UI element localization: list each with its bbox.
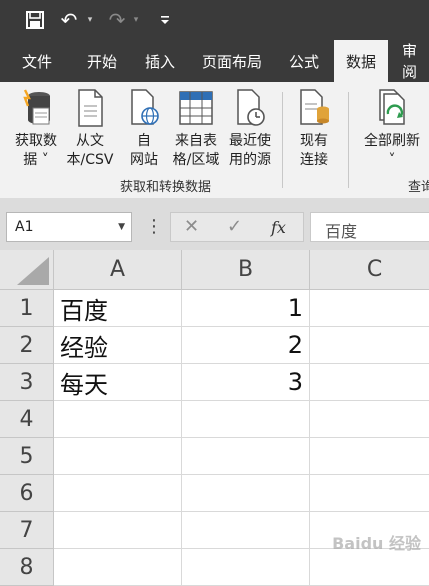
cell-c5[interactable] — [310, 438, 429, 475]
cell-a6[interactable] — [54, 475, 182, 512]
more-options-icon[interactable]: ⋮ — [145, 217, 163, 237]
column-header-b[interactable]: B — [182, 250, 310, 290]
tab-page-layout[interactable]: 页面布局 — [192, 40, 272, 82]
row-header-7[interactable]: 7 — [0, 512, 54, 549]
name-box-value: A1 — [15, 219, 34, 235]
refresh-all-button[interactable]: 全部刷新 ˅ — [356, 88, 428, 170]
cancel-icon[interactable]: ✕ — [184, 216, 199, 237]
cell-c1[interactable] — [310, 290, 429, 327]
cell-c8[interactable] — [310, 549, 429, 586]
ribbon-tabs: 文件 开始 插入 页面布局 公式 数据 审阅 — [0, 40, 429, 82]
row-header-4[interactable]: 4 — [0, 401, 54, 438]
cell-b8[interactable] — [182, 549, 310, 586]
tab-insert[interactable]: 插入 — [134, 40, 186, 82]
watermark: Baidu 经验 — [332, 534, 421, 553]
enter-icon[interactable]: ✓ — [227, 216, 242, 237]
recent-sources-icon — [237, 89, 265, 126]
get-data-button[interactable]: 获取数 据 ˅ — [8, 88, 64, 170]
cell-b2[interactable]: 2 — [182, 327, 310, 364]
cell-a3[interactable]: 每天 — [54, 364, 182, 401]
cell-c6[interactable] — [310, 475, 429, 512]
formula-buttons: ✕ ✓ fx — [170, 212, 304, 242]
cell-a1[interactable]: 百度 — [54, 290, 182, 327]
row-header-2[interactable]: 2 — [0, 327, 54, 364]
cell-b5[interactable] — [182, 438, 310, 475]
from-table-range-button[interactable]: 来自表 格/区域 — [170, 88, 222, 170]
select-all-triangle-icon — [17, 257, 49, 285]
customize-icon[interactable] — [158, 8, 172, 32]
formula-input[interactable]: 百度 — [310, 212, 429, 242]
from-web-icon — [131, 89, 159, 125]
tab-formulas[interactable]: 公式 — [280, 40, 328, 82]
recent-sources-button[interactable]: 最近使 用的源 — [224, 88, 276, 170]
cell-a2[interactable]: 经验 — [54, 327, 182, 364]
get-data-icon — [23, 89, 50, 125]
group-separator-2 — [348, 92, 349, 188]
redo-icon[interactable]: ↷ — [106, 8, 128, 32]
from-text-csv-button[interactable]: 从文 本/CSV — [62, 88, 118, 170]
ribbon-data-panel: 获取数 据 ˅ 从文 本/CSV 自 网站 来自表 格/区域 最近使 用的源 现… — [0, 82, 429, 198]
group-separator — [282, 92, 283, 188]
cell-c4[interactable] — [310, 401, 429, 438]
column-header-c[interactable]: C — [310, 250, 429, 290]
cell-c3[interactable] — [310, 364, 429, 401]
cell-a4[interactable] — [54, 401, 182, 438]
quick-access-toolbar: ↶ ▾ ↷ ▾ — [0, 0, 429, 40]
cell-b4[interactable] — [182, 401, 310, 438]
column-header-a[interactable]: A — [54, 250, 182, 290]
existing-connections-button[interactable]: 现有 连接 — [290, 88, 338, 170]
undo-dropdown-icon[interactable]: ▾ — [84, 8, 96, 32]
save-icon[interactable] — [22, 8, 48, 32]
group-label-queries: 查询 — [408, 180, 429, 195]
row-header-1[interactable]: 1 — [0, 290, 54, 327]
from-text-csv-icon — [78, 89, 103, 127]
cell-b6[interactable] — [182, 475, 310, 512]
row-header-8[interactable]: 8 — [0, 549, 54, 586]
cell-a8[interactable] — [54, 549, 182, 586]
row-header-6[interactable]: 6 — [0, 475, 54, 512]
formula-bar: A1 ▼ ⋮ ✕ ✓ fx 百度 — [0, 206, 429, 250]
cell-a5[interactable] — [54, 438, 182, 475]
cell-a7[interactable] — [54, 512, 182, 549]
chevron-down-icon[interactable]: ▼ — [118, 222, 125, 232]
cell-b1[interactable]: 1 — [182, 290, 310, 327]
existing-connections-icon — [300, 89, 329, 125]
cell-b7[interactable] — [182, 512, 310, 549]
from-web-button[interactable]: 自 网站 — [122, 88, 166, 170]
tab-file[interactable]: 文件 — [6, 40, 68, 82]
row-header-3[interactable]: 3 — [0, 364, 54, 401]
group-label-get-transform: 获取和转换数据 — [120, 180, 212, 195]
select-all-corner[interactable] — [0, 250, 54, 290]
from-table-icon — [179, 91, 213, 125]
worksheet-grid: A B C 1 2 3 4 5 6 7 8 百度 1 经验 2 每天 3 Bai… — [0, 250, 429, 586]
refresh-all-icon — [379, 89, 405, 125]
name-box[interactable]: A1 ▼ — [6, 212, 132, 242]
cell-c2[interactable] — [310, 327, 429, 364]
row-header-5[interactable]: 5 — [0, 438, 54, 475]
ribbon-gap — [0, 198, 429, 206]
tab-home[interactable]: 开始 — [72, 40, 132, 82]
insert-function-icon[interactable]: fx — [271, 218, 286, 237]
cell-b3[interactable]: 3 — [182, 364, 310, 401]
undo-icon[interactable]: ↶ — [58, 8, 80, 32]
tab-data[interactable]: 数据 — [334, 40, 388, 82]
tab-review[interactable]: 审阅 — [392, 40, 429, 82]
redo-dropdown-icon[interactable]: ▾ — [130, 8, 142, 32]
